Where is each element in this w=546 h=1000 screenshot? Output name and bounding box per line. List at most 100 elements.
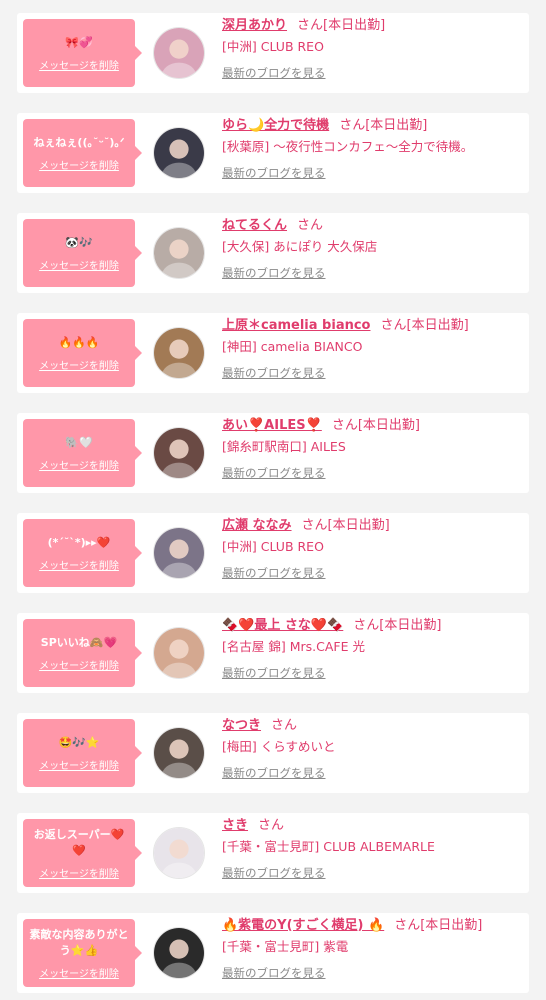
cast-name-link[interactable]: ゆら🌙全力で待機: [222, 118, 329, 133]
cast-info: 深月あかり さん[本日出勤] [中洲] CLUB REO 最新のブログを見る: [222, 16, 526, 81]
shop-label: [千葉・富士見町] CLUB ALBEMARLE: [222, 839, 435, 854]
name-line: 上原＊camelia bianco さん[本日出勤]: [222, 316, 526, 336]
message-text: お返しスーパー❤️❤️: [33, 827, 125, 857]
avatar-photo-icon: [154, 228, 204, 278]
cast-card: 🎀💞 メッセージを削除 深月あかり さん[本日出勤] [中洲] CLUB REO …: [17, 13, 529, 93]
message-bubble: 🐘🤍 メッセージを削除: [23, 419, 142, 487]
shop-label: [中洲] CLUB REO: [222, 539, 324, 554]
cast-name-link[interactable]: ねてるくん: [222, 218, 287, 233]
message-bubble: 🔥🔥🔥 メッセージを削除: [23, 319, 142, 387]
avatar[interactable]: [153, 127, 205, 179]
message-text: 🐼🎶: [65, 235, 93, 249]
name-line: ねてるくん さん: [222, 216, 526, 236]
delete-message-link[interactable]: メッセージを削除: [39, 57, 119, 72]
delete-message-link[interactable]: メッセージを削除: [39, 457, 119, 472]
message-bubble: ねぇねぇ((｡˘ᵕ˘)｡ᐟ メッセージを削除: [23, 119, 142, 187]
latest-blog-link[interactable]: 最新のブログを見る: [222, 565, 326, 581]
name-line: なつき さん: [222, 716, 526, 736]
message-bubble: SPいいね🙈💗 メッセージを削除: [23, 619, 142, 687]
cast-info: 🍫❤️最上 さな❤️🍫 さん[本日出勤] [名古屋 錦] Mrs.CAFE 光 最…: [222, 616, 526, 681]
honorific: さん: [331, 418, 358, 433]
delete-message-link[interactable]: メッセージを削除: [39, 357, 119, 372]
message-bubble: 🤩🎶⭐️ メッセージを削除: [23, 719, 142, 787]
cast-name-link[interactable]: 深月あかり: [222, 18, 287, 33]
latest-blog-link[interactable]: 最新のブログを見る: [222, 365, 326, 381]
avatar-photo-icon: [154, 928, 204, 978]
cast-card: SPいいね🙈💗 メッセージを削除 🍫❤️最上 さな❤️🍫 さん[本日出勤] [名古…: [17, 613, 529, 693]
latest-blog-link[interactable]: 最新のブログを見る: [222, 965, 326, 981]
work-status-badge: [本日出勤]: [323, 18, 386, 33]
cast-card: (*´˘`*)▸▸❤️ メッセージを削除 広瀬 ななみ さん[本日出勤] [中洲]…: [17, 513, 529, 593]
message-text: (*´˘`*)▸▸❤️: [47, 535, 111, 549]
cast-name-link[interactable]: なつき: [222, 718, 261, 733]
avatar[interactable]: [153, 827, 205, 879]
cast-name-link[interactable]: あい❣️AILES❣️: [222, 418, 322, 433]
avatar-photo-icon: [154, 328, 204, 378]
honorific: さん: [353, 618, 380, 633]
latest-blog-link[interactable]: 最新のブログを見る: [222, 265, 326, 281]
favorite-cast-list: 🎀💞 メッセージを削除 深月あかり さん[本日出勤] [中洲] CLUB REO …: [0, 0, 546, 1000]
delete-message-link[interactable]: メッセージを削除: [39, 965, 119, 980]
cast-name-link[interactable]: 🍫❤️最上 さな❤️🍫: [222, 618, 343, 633]
message-text: 🎀💞: [65, 35, 93, 49]
cast-info: ねてるくん さん [大久保] あにぽり 大久保店 最新のブログを見る: [222, 216, 526, 281]
message-bubble: お返しスーパー❤️❤️ メッセージを削除: [23, 819, 142, 887]
cast-name-link[interactable]: さき: [222, 818, 248, 833]
avatar[interactable]: [153, 927, 205, 979]
avatar-photo-icon: [154, 728, 204, 778]
honorific: さん: [301, 518, 328, 533]
honorific: さん: [297, 18, 324, 33]
message-bubble: 🎀💞 メッセージを削除: [23, 19, 142, 87]
avatar-photo-icon: [154, 528, 204, 578]
shop-label: [錦糸町駅南口] AILES: [222, 439, 346, 454]
avatar[interactable]: [153, 527, 205, 579]
latest-blog-link[interactable]: 最新のブログを見る: [222, 765, 326, 781]
cast-info: なつき さん [梅田] くらすめいと 最新のブログを見る: [222, 716, 526, 781]
name-line: あい❣️AILES❣️ さん[本日出勤]: [222, 416, 526, 436]
latest-blog-link[interactable]: 最新のブログを見る: [222, 65, 326, 81]
cast-name-link[interactable]: 広瀬 ななみ: [222, 518, 292, 533]
delete-message-link[interactable]: メッセージを削除: [39, 757, 119, 772]
cast-card: ねぇねぇ((｡˘ᵕ˘)｡ᐟ メッセージを削除 ゆら🌙全力で待機 さん[本日出勤] …: [17, 113, 529, 193]
shop-label: [名古屋 錦] Mrs.CAFE 光: [222, 639, 365, 654]
delete-message-link[interactable]: メッセージを削除: [39, 865, 119, 880]
work-status-badge: [本日出勤]: [379, 618, 442, 633]
latest-blog-link[interactable]: 最新のブログを見る: [222, 665, 326, 681]
latest-blog-link[interactable]: 最新のブログを見る: [222, 865, 326, 881]
cast-name-link[interactable]: 🔥紫電のY(すごく横足) 🔥: [222, 918, 384, 933]
message-text: SPいいね🙈💗: [40, 635, 118, 649]
work-status-badge: [本日出勤]: [365, 118, 428, 133]
avatar[interactable]: [153, 227, 205, 279]
honorific: さん: [258, 818, 285, 833]
shop-label: [千葉・富士見町] 紫電: [222, 939, 349, 954]
cast-name-link[interactable]: 上原＊camelia bianco: [222, 318, 370, 333]
name-line: さき さん: [222, 816, 526, 836]
avatar[interactable]: [153, 327, 205, 379]
latest-blog-link[interactable]: 最新のブログを見る: [222, 465, 326, 481]
latest-blog-link[interactable]: 最新のブログを見る: [222, 165, 326, 181]
avatar[interactable]: [153, 627, 205, 679]
avatar[interactable]: [153, 427, 205, 479]
message-text: ねぇねぇ((｡˘ᵕ˘)｡ᐟ: [33, 135, 125, 149]
message-bubble: 素敵な内容ありがとう⭐️👍 メッセージを削除: [23, 919, 142, 987]
honorific: さん: [297, 218, 324, 233]
shop-label: [中洲] CLUB REO: [222, 39, 324, 54]
cast-card: お返しスーパー❤️❤️ メッセージを削除 さき さん [千葉・富士見町] CLUB…: [17, 813, 529, 893]
honorific: さん: [380, 318, 407, 333]
message-bubble: 🐼🎶 メッセージを削除: [23, 219, 142, 287]
avatar[interactable]: [153, 27, 205, 79]
cast-card: 素敵な内容ありがとう⭐️👍 メッセージを削除 🔥紫電のY(すごく横足) 🔥 さん[…: [17, 913, 529, 993]
cast-info: あい❣️AILES❣️ さん[本日出勤] [錦糸町駅南口] AILES 最新のブロ…: [222, 416, 526, 481]
cast-card: 🔥🔥🔥 メッセージを削除 上原＊camelia bianco さん[本日出勤] […: [17, 313, 529, 393]
name-line: 🔥紫電のY(すごく横足) 🔥 さん[本日出勤]: [222, 916, 526, 936]
delete-message-link[interactable]: メッセージを削除: [39, 257, 119, 272]
delete-message-link[interactable]: メッセージを削除: [39, 557, 119, 572]
name-line: 深月あかり さん[本日出勤]: [222, 16, 526, 36]
message-text: 🐘🤍: [65, 435, 93, 449]
message-text: 🤩🎶⭐️: [58, 735, 100, 749]
delete-message-link[interactable]: メッセージを削除: [39, 657, 119, 672]
delete-message-link[interactable]: メッセージを削除: [39, 157, 119, 172]
cast-card: 🐘🤍 メッセージを削除 あい❣️AILES❣️ さん[本日出勤] [錦糸町駅南口]…: [17, 413, 529, 493]
avatar[interactable]: [153, 727, 205, 779]
honorific: さん: [339, 118, 366, 133]
